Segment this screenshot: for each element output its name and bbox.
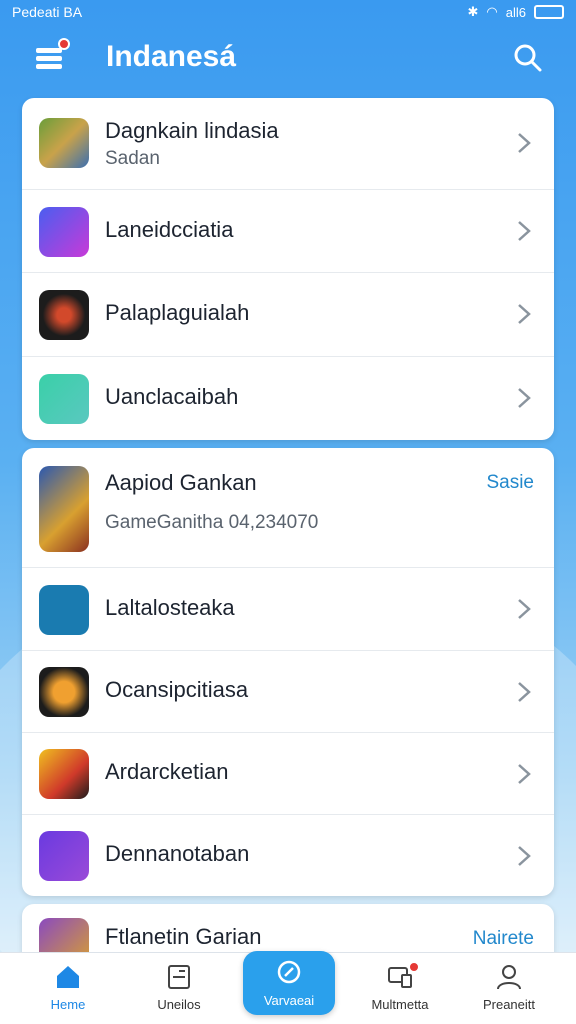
notification-badge [408, 961, 420, 973]
list-item[interactable]: Palaplaguialah [22, 273, 554, 357]
battery-icon [534, 5, 564, 19]
notification-badge [58, 38, 70, 50]
chevron-right-icon [518, 682, 531, 702]
list-item-name: Uanclacaibah [105, 384, 239, 409]
nav-tab[interactable]: Multmetta [350, 953, 450, 1024]
page-title: Indanesá [106, 40, 237, 73]
list-item-name: Ftlanetin Garian [105, 924, 262, 949]
chat-icon [39, 374, 89, 424]
list-item[interactable]: Ocansipcitiasa [22, 651, 554, 733]
app-list-card: Dagnkain lindasia Sadan Laneidcciatia Pa… [22, 98, 554, 440]
person-icon [497, 965, 521, 990]
list-item-name: Laltalosteaka [105, 595, 235, 620]
vr-icon [39, 585, 89, 635]
featured-subtitle: GameGanitha 04,234070 [105, 512, 319, 533]
nav-label: Varvaeai [263, 993, 315, 1008]
target-icon [39, 207, 89, 257]
list-item[interactable]: Uanclacaibah [22, 357, 554, 440]
featured-name: Aapiod Gankan [105, 470, 257, 495]
chevron-right-icon [518, 304, 531, 324]
bluetooth-icon: ✱ [467, 4, 479, 19]
game-icon [39, 749, 89, 799]
featured-action-link[interactable]: Sasie [486, 472, 534, 494]
list-item[interactable]: Dagnkain lindasia Sadan [22, 98, 554, 190]
nav-label: Multmetta [371, 997, 429, 1012]
search-icon[interactable] [512, 42, 544, 74]
nav-home[interactable]: Heme [18, 953, 118, 1024]
compass-icon [277, 960, 301, 984]
list-item-name: Dennanotaban [105, 841, 250, 866]
action-link[interactable]: Nairete [473, 928, 534, 950]
game-icon [39, 466, 89, 552]
list-item[interactable]: Laneidcciatia [22, 190, 554, 273]
list-item[interactable]: Dennanotaban [22, 815, 554, 896]
nav-tab[interactable]: Preaneitt [459, 953, 559, 1024]
list-item-subtitle: Sadan [105, 148, 160, 169]
list-item[interactable]: Laltalosteaka [22, 568, 554, 651]
chevron-right-icon [518, 599, 531, 619]
game-icon [39, 290, 89, 340]
chevron-right-icon [518, 846, 531, 866]
nav-label: Uneilos [157, 997, 201, 1012]
list-item-name: Ocansipcitiasa [105, 677, 249, 702]
app-header: Indanesá [0, 28, 576, 88]
wand-icon [39, 831, 89, 881]
list-item[interactable]: Ardarcketian [22, 733, 554, 815]
bottom-navigation: Heme Uneilos Varvaeai Multmetta Preaneit… [0, 951, 576, 1024]
wifi-icon: ◠ [486, 4, 498, 19]
nav-center-button[interactable]: Varvaeai [243, 951, 335, 1015]
status-bar: Pedeati BA ✱ ◠ all6 [0, 0, 576, 24]
menu-icon [36, 48, 62, 53]
chevron-right-icon [518, 388, 531, 408]
status-right: all6 [505, 4, 526, 20]
chevron-right-icon [518, 764, 531, 784]
menu-button[interactable] [34, 38, 70, 72]
list-item-name: Ardarcketian [105, 759, 229, 784]
list-item-name: Laneidcciatia [105, 217, 234, 242]
featured-item[interactable]: Aapiod Gankan GameGanitha 04,234070 Sasi… [22, 448, 554, 568]
list-item-name: Dagnkain lindasia [105, 118, 279, 143]
game-icon [39, 667, 89, 717]
chevron-right-icon [518, 221, 531, 241]
status-left: Pedeati BA [12, 4, 83, 20]
game-icon [39, 118, 89, 168]
list-item-name: Palaplaguialah [105, 300, 250, 325]
chevron-right-icon [518, 133, 531, 153]
nav-label: Heme [50, 997, 86, 1012]
document-icon [168, 965, 190, 989]
nav-tab[interactable]: Uneilos [129, 953, 229, 1024]
nav-label: Preaneitt [482, 997, 536, 1012]
home-icon [57, 966, 79, 988]
featured-card: Aapiod Gankan GameGanitha 04,234070 Sasi… [22, 448, 554, 896]
